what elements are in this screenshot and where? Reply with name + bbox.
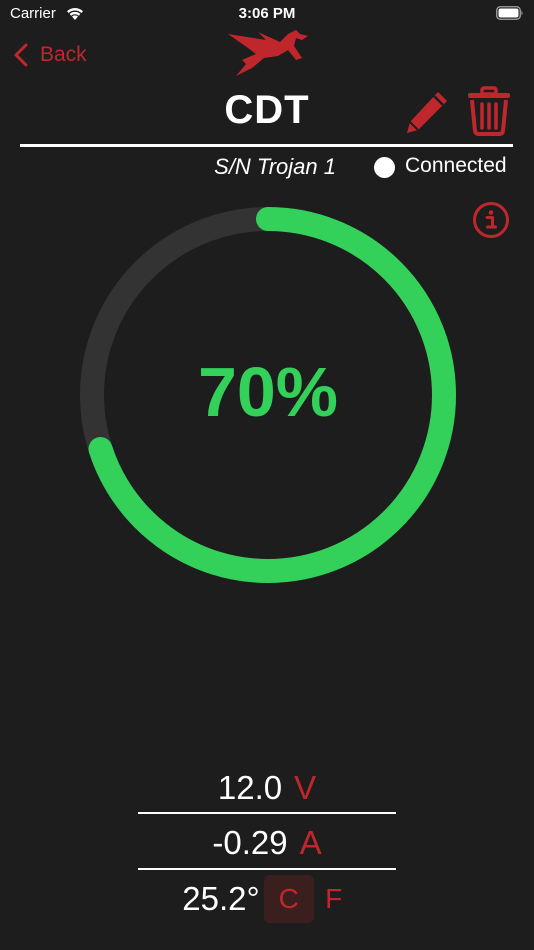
celsius-toggle-button[interactable]: C — [263, 875, 314, 923]
trash-icon[interactable] — [466, 86, 512, 136]
voltage-unit: V — [294, 769, 317, 806]
connection-indicator-icon — [374, 157, 395, 178]
back-button[interactable]: Back — [14, 40, 87, 70]
voltage-reading: 12.0 V — [138, 765, 396, 811]
pencil-icon[interactable] — [404, 89, 450, 135]
charge-percent: 70% — [197, 353, 339, 431]
serial-row: S/N Trojan 1 Connected — [0, 154, 534, 182]
battery-icon — [496, 6, 523, 20]
current-value: -0.29 — [212, 824, 288, 861]
reading-divider — [138, 812, 396, 814]
current-unit: A — [299, 824, 322, 861]
back-label: Back — [40, 43, 87, 66]
current-reading: -0.29 A — [138, 820, 396, 866]
reading-divider — [138, 868, 396, 870]
status-time: 3:06 PM — [238, 5, 296, 22]
fahrenheit-toggle-button[interactable]: F — [316, 875, 352, 923]
temperature-value: 25.2° — [182, 880, 260, 917]
chevron-left-icon — [14, 43, 28, 67]
connection-status: Connected — [405, 154, 507, 177]
device-title: CDT — [224, 88, 310, 132]
serial-number: S/N Trojan 1 — [214, 154, 336, 179]
temperature-reading: 25.2° C F — [138, 875, 396, 923]
pegasus-logo-icon — [228, 30, 308, 76]
voltage-value: 12.0 — [217, 769, 283, 806]
title-divider — [20, 144, 513, 147]
info-icon[interactable] — [472, 201, 510, 239]
